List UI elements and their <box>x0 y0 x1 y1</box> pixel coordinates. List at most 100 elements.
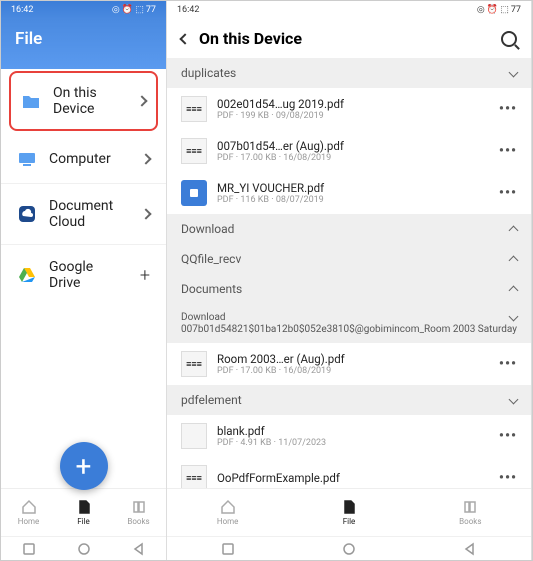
nav-home[interactable]: Home <box>167 489 288 536</box>
section-label: pdfelement <box>181 393 242 407</box>
location-item-google-drive[interactable]: Google Drive + <box>1 245 166 305</box>
list-item-label: Computer <box>49 151 130 167</box>
section-header[interactable]: QQfile_recv <box>167 244 531 274</box>
list-item-label: Google Drive <box>49 259 128 291</box>
file-thumb <box>181 423 207 449</box>
chevron-right-icon <box>140 208 151 219</box>
bottom-nav: Home File Books <box>167 488 531 536</box>
file-thumb: ≡≡≡ <box>181 96 207 122</box>
more-icon[interactable]: ••• <box>499 185 517 201</box>
nav-label: File <box>343 517 356 526</box>
chevron-up-icon <box>509 256 519 266</box>
status-icons: ◎ ⏰ ⬚ 77 <box>477 5 521 15</box>
status-time: 16:42 <box>177 5 199 15</box>
file-row[interactable]: ≡≡≡Room 2003…er (Aug).pdfPDF · 17.00 KB … <box>167 343 531 385</box>
file-row[interactable]: ≡≡≡ 007b01d54…er (Aug).pdfPDF · 17.00 KB … <box>167 130 531 172</box>
section-label: Download <box>181 222 234 236</box>
section-header[interactable]: Documents <box>167 274 531 304</box>
location-item-document-cloud[interactable]: Document Cloud <box>1 184 166 245</box>
nav-file[interactable]: File <box>56 489 111 536</box>
file-thumb: ≡≡≡ <box>181 138 207 164</box>
file-name: blank.pdf <box>217 424 489 438</box>
section-label: QQfile_recv <box>181 252 241 266</box>
file-meta: PDF · 17.00 KB · 16/08/2019 <box>217 366 489 376</box>
header: On this Device <box>167 19 531 58</box>
list-item-label: Document Cloud <box>49 198 130 230</box>
header-title: On this Device <box>199 29 491 48</box>
computer-icon <box>17 149 37 169</box>
chevron-down-icon <box>509 312 519 322</box>
file-meta: PDF · 4.91 KB · 11/07/2023 <box>217 438 489 448</box>
location-item-on-this-device[interactable]: On this Device <box>9 71 158 131</box>
file-row[interactable]: ≡≡≡ OoPdfFormExample.pdf ••• <box>167 457 531 488</box>
section-path: 007b01d54821$01ba12b0$052e3810$@gobiminc… <box>181 324 517 335</box>
right-screen: 16:42 ◎ ⏰ ⬚ 77 On this Device duplicates… <box>167 1 532 560</box>
section-header[interactable]: duplicates <box>167 58 531 88</box>
more-icon[interactable]: ••• <box>499 101 517 117</box>
section-header[interactable]: pdfelement <box>167 385 531 415</box>
bottom-nav: Home File Books <box>1 488 166 536</box>
folder-icon <box>21 91 41 111</box>
section-header[interactable]: Download <box>167 214 531 244</box>
system-nav <box>1 536 166 560</box>
more-icon[interactable]: ••• <box>499 356 517 372</box>
home-icon <box>220 499 236 515</box>
file-thumb: ≡≡≡ <box>181 465 207 488</box>
search-icon[interactable] <box>501 31 517 47</box>
section-label: Download <box>181 312 226 323</box>
status-icons: ◎ ⏰ ⬚ 77 <box>112 5 156 15</box>
chevron-down-icon <box>509 394 519 404</box>
list-item-label: On this Device <box>53 85 126 117</box>
books-icon <box>462 499 478 515</box>
location-item-computer[interactable]: Computer <box>1 135 166 184</box>
section-label: Documents <box>181 282 242 296</box>
file-name: Room 2003…er (Aug).pdf <box>217 352 489 366</box>
left-screen: 16:42 ◎ ⏰ ⬚ 77 File On this Device Compu… <box>1 1 167 560</box>
cloud-icon <box>17 204 37 224</box>
sys-recent-icon[interactable] <box>221 542 235 556</box>
file-meta: PDF · 116 KB · 08/07/2019 <box>217 195 489 205</box>
sys-back-icon[interactable] <box>132 542 146 556</box>
file-icon <box>76 499 92 515</box>
file-meta: PDF · 17.00 KB · 16/08/2019 <box>217 153 489 163</box>
home-icon <box>21 499 37 515</box>
section-header[interactable]: Download007b01d54821$01ba12b0$052e3810$@… <box>167 304 531 343</box>
sys-home-icon[interactable] <box>77 542 91 556</box>
plus-icon[interactable]: + <box>140 265 150 286</box>
file-name: OoPdfFormExample.pdf <box>217 471 489 485</box>
status-bar: 16:42 ◎ ⏰ ⬚ 77 <box>167 1 531 19</box>
file-name: 002e01d54…ug 2019.pdf <box>217 97 489 111</box>
file-name: 007b01d54…er (Aug).pdf <box>217 139 489 153</box>
more-icon[interactable]: ••• <box>499 470 517 486</box>
nav-label: File <box>77 517 90 526</box>
nav-books[interactable]: Books <box>410 489 531 536</box>
nav-file[interactable]: File <box>288 489 409 536</box>
sys-recent-icon[interactable] <box>22 542 36 556</box>
nav-label: Home <box>217 517 239 526</box>
chevron-up-icon <box>509 286 519 296</box>
system-nav <box>167 536 531 560</box>
chevron-right-icon <box>140 153 151 164</box>
file-list: duplicates ≡≡≡ 002e01d54…ug 2019.pdf PDF · … <box>167 58 531 488</box>
sys-home-icon[interactable] <box>342 542 356 556</box>
nav-home[interactable]: Home <box>1 489 56 536</box>
nav-label: Home <box>18 517 40 526</box>
status-time: 16:42 <box>11 5 33 15</box>
drive-icon <box>17 265 37 285</box>
status-bar: 16:42 ◎ ⏰ ⬚ 77 <box>1 1 166 19</box>
file-row[interactable]: ≡≡≡002e01d54…ug 2019.pdfPDF · 199 KB · 0… <box>167 88 531 130</box>
more-icon[interactable]: ••• <box>499 143 517 159</box>
file-row[interactable]: blank.pdfPDF · 4.91 KB · 11/07/2023 ••• <box>167 415 531 457</box>
fab-add-button[interactable]: + <box>60 442 108 490</box>
file-name: MR_YI VOUCHER.pdf <box>217 181 489 195</box>
file-row[interactable]: MR_YI VOUCHER.pdfPDF · 116 KB · 08/07/20… <box>167 172 531 214</box>
nav-label: Books <box>459 517 481 526</box>
section-label: duplicates <box>181 66 236 80</box>
more-icon[interactable]: ••• <box>499 428 517 444</box>
nav-books[interactable]: Books <box>111 489 166 536</box>
chevron-right-icon <box>136 95 147 106</box>
pdf-icon <box>181 180 207 206</box>
sys-back-icon[interactable] <box>463 542 477 556</box>
back-button[interactable] <box>179 33 190 44</box>
books-icon <box>131 499 147 515</box>
